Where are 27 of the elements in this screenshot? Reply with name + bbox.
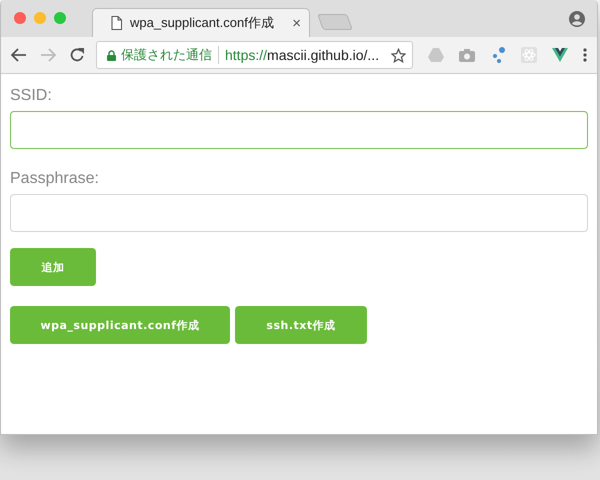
atom-icon[interactable]: [521, 47, 537, 63]
v-logo-icon[interactable]: [552, 48, 568, 62]
field-label: Passphrase:: [10, 170, 100, 188]
menu-icon[interactable]: [583, 48, 587, 62]
star-icon[interactable]: [391, 48, 406, 62]
zoom-window-button[interactable]: [54, 12, 66, 24]
reload-icon[interactable]: [69, 47, 85, 63]
profile-icon[interactable]: [569, 11, 585, 27]
url-scheme: https://: [225, 47, 268, 63]
forward-icon[interactable]: [40, 48, 56, 62]
document-icon: [111, 16, 122, 30]
back-icon[interactable]: [11, 48, 27, 62]
url-text: mascii.github.io/...: [267, 47, 380, 63]
close-window-button[interactable]: [14, 12, 26, 24]
tab-title: wpa_supplicant.conf作成: [130, 14, 275, 32]
lock-icon: [107, 50, 116, 60]
minimize-window-button[interactable]: [34, 12, 46, 24]
new-tab-button[interactable]: [317, 14, 353, 30]
browser-tab[interactable]: wpa_supplicant.conf作成 ×: [92, 8, 310, 37]
dots-icon[interactable]: [490, 47, 506, 63]
security-label: 保護された通信: [121, 46, 212, 64]
input-field[interactable]: [10, 111, 588, 149]
field-label: SSID:: [10, 87, 53, 105]
camera-icon[interactable]: [459, 48, 475, 62]
input-field[interactable]: [10, 194, 588, 232]
tab-close-button[interactable]: ×: [292, 14, 301, 32]
address-bar[interactable]: 保護された通信 https://mascii.github.io/...: [96, 41, 413, 69]
